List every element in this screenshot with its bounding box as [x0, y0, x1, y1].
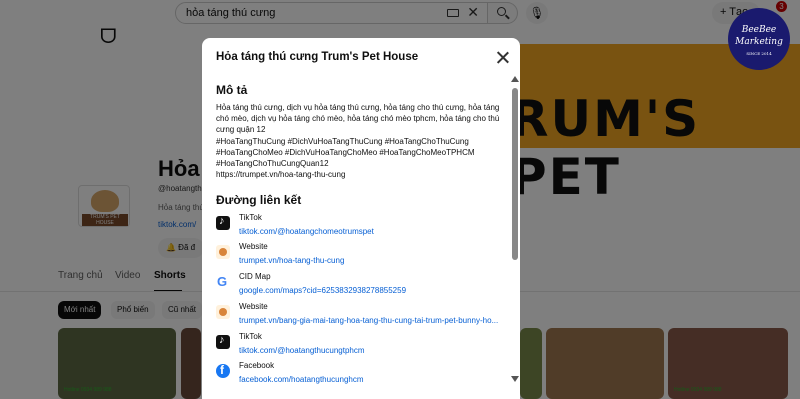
link-url[interactable]: google.com/maps?cid=6253832938278855259	[239, 286, 509, 295]
link-url[interactable]: facebook.com/hoatangthucunghcm	[239, 375, 509, 384]
scroll-up-arrow-icon[interactable]	[511, 76, 519, 82]
link-item-website: Website trumpet.vn/hoa-tang-thu-cung	[216, 242, 506, 272]
brand-logo: BeeBee Marketing SINCE 2014	[728, 8, 790, 70]
link-name: TikTok	[239, 213, 262, 222]
links-heading: Đường liên kết	[216, 193, 302, 207]
link-item-website: Website trumpet.vn/bang-gia-mai-tang-hoa…	[216, 302, 506, 332]
link-name: CID Map	[239, 272, 271, 281]
link-url[interactable]: trumpet.vn/hoa-tang-thu-cung	[239, 256, 509, 265]
google-icon	[216, 274, 230, 289]
tiktok-icon	[216, 334, 230, 349]
link-name: Website	[239, 242, 268, 251]
link-url[interactable]: trumpet.vn/bang-gia-mai-tang-hoa-tang-th…	[239, 316, 509, 325]
tiktok-icon	[216, 215, 230, 230]
facebook-icon	[216, 363, 230, 378]
scrollbar[interactable]	[512, 88, 518, 260]
link-name: Website	[239, 302, 268, 311]
dialog-title: Hỏa táng thú cưng Trum's Pet House	[216, 51, 419, 63]
link-item-tiktok: TikTok tiktok.com/@hoatangchomeotrumspet	[216, 213, 506, 243]
link-item-cid-map: CID Map google.com/maps?cid=625383293827…	[216, 272, 506, 302]
description-heading: Mô tả	[216, 83, 248, 97]
link-url[interactable]: tiktok.com/@hoatangchomeotrumspet	[239, 227, 509, 236]
about-dialog: Hỏa táng thú cưng Trum's Pet House Mô tả…	[202, 38, 520, 399]
website-icon	[216, 245, 230, 259]
link-url[interactable]: tiktok.com/@hoatangthucungtphcm	[239, 346, 509, 355]
description-text: Hỏa táng thú cưng, dịch vụ hỏa táng thú …	[216, 103, 500, 180]
link-item-facebook: Facebook facebook.com/hoatangthucunghcm	[216, 361, 506, 391]
link-name: Facebook	[239, 361, 275, 370]
close-icon[interactable]	[492, 47, 514, 69]
scroll-down-arrow-icon[interactable]	[511, 376, 519, 382]
link-name: TikTok	[239, 332, 262, 341]
website-icon	[216, 305, 230, 319]
link-item-tiktok: TikTok tiktok.com/@hoatangthucungtphcm	[216, 332, 506, 362]
